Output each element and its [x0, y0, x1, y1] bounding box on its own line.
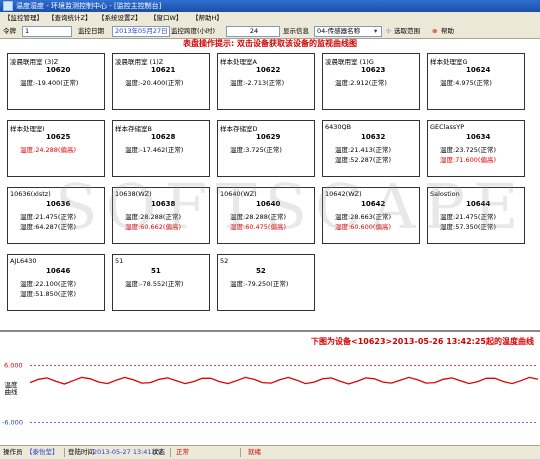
- device-temperature: 温度:-17.462(正常): [125, 146, 184, 154]
- device-name: 样本存储室B: [115, 125, 152, 133]
- select-range-icon[interactable]: ⊹: [386, 26, 391, 36]
- device-id: 10634: [466, 133, 491, 141]
- help-icon[interactable]: ⊗: [432, 26, 437, 36]
- device-humidity: 湿度:52.287(正常): [335, 156, 392, 164]
- device-card[interactable]: 凌晨联用室 (1)Z 10621 温度:-20.400(正常): [112, 53, 210, 110]
- status-separator: [170, 448, 171, 457]
- device-temperature: 温度:-19.400(正常): [20, 79, 79, 87]
- device-card[interactable]: 52 52 温度:-79.250(正常): [217, 254, 315, 311]
- display-label: 显示信息: [283, 27, 309, 35]
- device-name: 样本存储室D: [220, 125, 258, 133]
- device-temperature: 温度:-20.400(正常): [125, 79, 184, 87]
- upper-limit-label: 6.000: [4, 362, 23, 370]
- device-temperature: 温度:22.100(正常): [20, 280, 77, 288]
- device-card[interactable]: 凌晨联用室 (1)G 10623 温度:2.912(正常): [322, 53, 420, 110]
- state-value: 正常: [176, 448, 189, 456]
- device-id: 10629: [256, 133, 281, 141]
- device-card[interactable]: 51 51 温度:-78.552(正常): [112, 254, 210, 311]
- device-id: 10632: [361, 133, 386, 141]
- date-label: 监控日期: [78, 27, 104, 35]
- device-card[interactable]: 样本存储室D 10629 温度:3.725(正常): [217, 120, 315, 177]
- menu-monitor[interactable]: 【监控管理】: [4, 13, 43, 23]
- device-temperature: 温度:-2.713(正常): [230, 79, 285, 87]
- device-card[interactable]: 6430QB 10632 温度:21.413(正常) 湿度:52.287(正常): [322, 120, 420, 177]
- device-id: 10623: [361, 66, 386, 74]
- lower-limit-label: -6.000: [2, 419, 23, 427]
- ready-status: 就绪: [248, 448, 261, 456]
- status-bar: 操作员 【泰怡莹】 登陆时间 2013-05-27 13:41:19 状态 正常…: [0, 445, 540, 459]
- device-name: GEClassYP: [430, 123, 465, 131]
- device-name: 6430QB: [325, 123, 352, 131]
- device-card[interactable]: 样本处理室G 10624 温度:4.975(正常): [427, 53, 525, 110]
- operation-hint: 表盘操作提示: 双击设备获取该设备的监视曲线图: [183, 39, 357, 48]
- device-temperature: 温度:-78.552(正常): [125, 280, 184, 288]
- device-id: 10622: [256, 66, 281, 74]
- device-card[interactable]: 样本处理室I 10625 温度:24.288(偏高): [7, 120, 105, 177]
- status-separator: [240, 448, 241, 457]
- device-name: 10636(xlstz): [10, 190, 51, 198]
- operator-label: 操作员: [3, 448, 23, 456]
- device-humidity: 湿度:71.600(偏高): [440, 156, 497, 164]
- operator-value: 【泰怡莹】: [26, 448, 59, 456]
- window-title: 温度湿度 - 环境监测控制中心 - [监控主控制台]: [16, 2, 162, 10]
- device-id: 10628: [151, 133, 176, 141]
- span-label: 监控跨度(小时): [171, 27, 216, 35]
- menu-help[interactable]: 【帮助H】: [192, 13, 223, 23]
- menu-settings[interactable]: 【系统设置Z】: [98, 13, 141, 23]
- device-id: 10646: [46, 267, 71, 275]
- device-card[interactable]: 样本存储室B 10628 温度:-17.462(正常): [112, 120, 210, 177]
- device-id: 10620: [46, 66, 71, 74]
- device-name: 样本处理室I: [10, 125, 45, 133]
- device-temperature: 温度:3.725(正常): [230, 146, 282, 154]
- device-temperature: 温度:21.413(正常): [335, 146, 392, 154]
- chart-panel: 下图为设备<10623>2013-05-26 13:42:25起的温度曲线 温度…: [0, 330, 540, 447]
- device-card[interactable]: 凌晨联用室 (3)Z 10620 温度:-19.400(正常): [7, 53, 105, 110]
- state-label: 状态: [152, 448, 165, 456]
- device-id: 10625: [46, 133, 71, 141]
- date-field[interactable]: 2013年05月27日: [112, 26, 170, 37]
- device-id: 52: [256, 267, 266, 275]
- temperature-series-line: [29, 376, 539, 385]
- device-id: 10621: [151, 66, 176, 74]
- device-temperature: 温度:2.912(正常): [335, 79, 387, 87]
- device-temperature: 温度:24.288(偏高): [20, 146, 77, 154]
- device-card[interactable]: 样本处理室A 10622 温度:-2.713(正常): [217, 53, 315, 110]
- device-name: 52: [220, 257, 229, 265]
- toolbar: 令牌 1 监控日期 2013年05月27日 监控跨度(小时) 24 显示信息 0…: [0, 24, 540, 39]
- select-range-button[interactable]: 选取范围: [394, 26, 420, 36]
- device-name: AJL6430: [10, 257, 37, 265]
- display-select[interactable]: 04-传感器名称: [314, 26, 382, 37]
- device-humidity: 湿度:51.850(正常): [20, 290, 77, 298]
- device-name: 凌晨联用室 (1)Z: [115, 58, 164, 66]
- device-name: 样本处理室G: [430, 58, 468, 66]
- watermark: SOFTSCAPE: [55, 170, 527, 243]
- command-label: 令牌: [3, 27, 16, 35]
- menu-query[interactable]: 【查询统计Z】: [48, 13, 91, 23]
- device-temperature: 温度:4.975(正常): [440, 79, 492, 87]
- span-field[interactable]: 24: [226, 26, 280, 37]
- device-temperature: 温度:23.725(正常): [440, 146, 497, 154]
- device-id: 10624: [466, 66, 491, 74]
- title-bar: 温度湿度 - 环境监测控制中心 - [监控主控制台]: [0, 0, 540, 12]
- app-icon: [3, 1, 13, 11]
- device-name: 凌晨联用室 (1)G: [325, 58, 374, 66]
- login-label: 登陆时间: [68, 448, 94, 456]
- chevron-down-icon[interactable]: ▾: [374, 26, 377, 36]
- device-name: 51: [115, 257, 124, 265]
- device-card[interactable]: AJL6430 10646 温度:22.100(正常) 湿度:51.850(正常): [7, 254, 105, 311]
- device-id: 51: [151, 267, 161, 275]
- device-temperature: 温度:-79.250(正常): [230, 280, 289, 288]
- device-name: 凌晨联用室 (3)Z: [10, 58, 59, 66]
- menu-window[interactable]: 【窗口W】: [150, 13, 182, 23]
- status-separator: [64, 448, 65, 457]
- help-button[interactable]: 帮助: [441, 26, 454, 36]
- command-field[interactable]: 1: [22, 26, 72, 37]
- device-card[interactable]: GEClassYP 10634 温度:23.725(正常) 湿度:71.600(偏高): [427, 120, 525, 177]
- device-name: 样本处理室A: [220, 58, 257, 66]
- temperature-chart[interactable]: 6.000 -6.000: [0, 332, 540, 447]
